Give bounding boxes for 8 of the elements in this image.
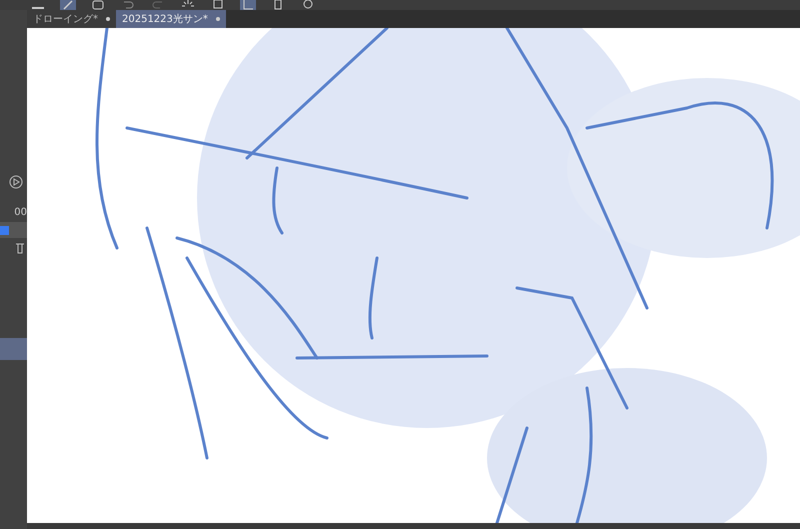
trash-icon[interactable]: [15, 242, 25, 254]
pen-icon[interactable]: [60, 0, 76, 10]
document-tab[interactable]: 20251223光サン*: [116, 10, 226, 28]
ruler-icon[interactable]: [240, 0, 256, 10]
opacity-value: 00: [14, 207, 27, 218]
color-swatch[interactable]: [0, 226, 9, 234]
document-tab[interactable]: ドローイング*: [27, 10, 116, 28]
play-icon[interactable]: [9, 175, 23, 189]
